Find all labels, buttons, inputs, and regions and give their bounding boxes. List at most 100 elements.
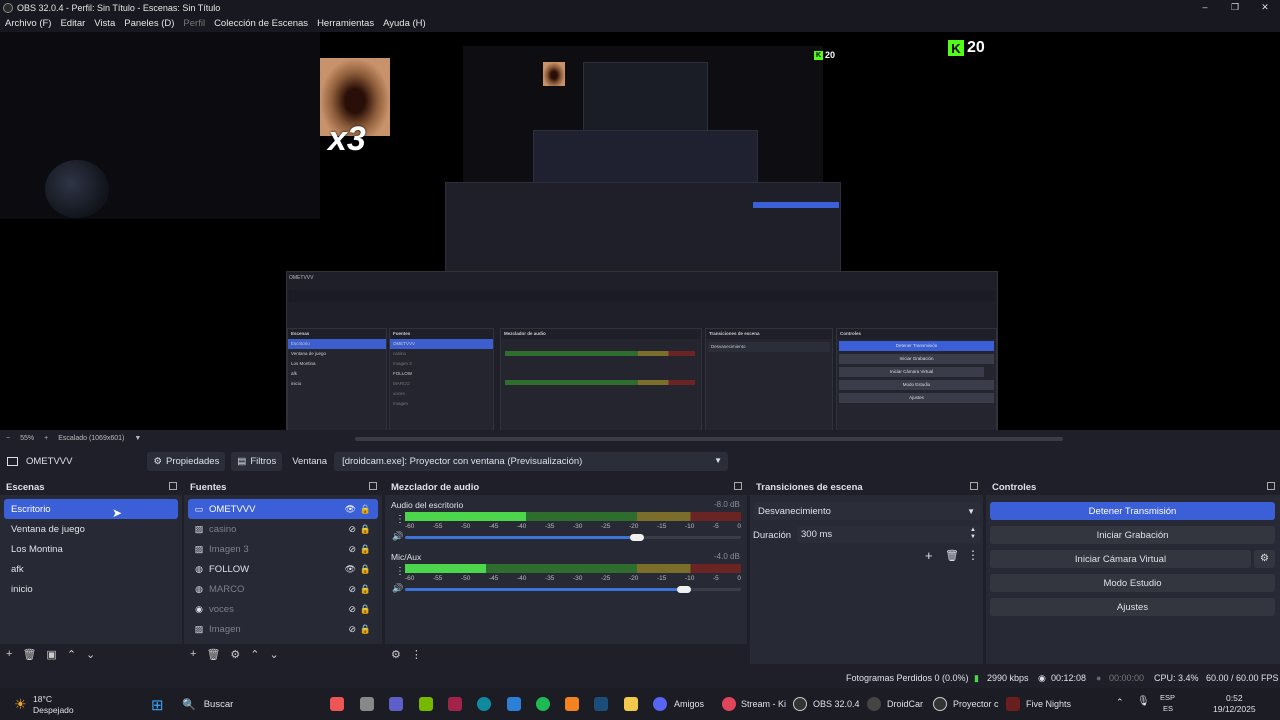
remove-transition-icon[interactable]: 🗑 [945,549,959,562]
eye-hidden-icon[interactable]: ⊘ [348,524,356,535]
undock-icon[interactable] [734,482,742,490]
tray-chevron-icon[interactable]: ⌃ [1116,697,1124,708]
app-icon[interactable] [448,697,462,711]
lock-icon[interactable]: 🔒 [360,544,371,555]
taskbar-app-fnaf[interactable]: Five Nights [1006,696,1071,712]
menu-editar[interactable]: Editar [60,18,85,29]
lang-secondary[interactable]: ES [1163,704,1173,713]
menu-herramientas[interactable]: Herramientas [317,18,374,29]
properties-button[interactable]: ⚙ Propiedades [147,452,226,471]
studio-mode-button[interactable]: Modo Estudio [990,574,1275,592]
undock-icon[interactable] [369,482,377,490]
steam-icon[interactable] [594,697,608,711]
taskbar-app-stream[interactable]: Stream - Ki [722,696,786,712]
scene-item[interactable]: Escritorio [4,499,178,519]
close-button[interactable]: ✕ [1250,0,1280,15]
volume-slider-knob[interactable] [676,586,691,593]
source-item[interactable]: ▭ OMETVVV 👁 🔒 [188,499,378,519]
channel-menu-icon[interactable]: ⋮ [395,566,405,577]
window-select[interactable]: [droidcam.exe]: Proyector con ventana (P… [334,452,729,471]
lock-icon[interactable]: 🔒 [360,564,371,575]
add-source-icon[interactable]: + [190,648,196,660]
source-item[interactable]: ◉ voces ⊘ 🔒 [188,599,378,619]
preview-hscrollbar[interactable] [355,437,1063,441]
mixer-settings-icon[interactable]: ⚙ [391,648,401,661]
taskbar-search[interactable]: 🔍 Buscar [174,694,322,714]
settings-button[interactable]: Ajustes [990,598,1275,616]
eye-icon[interactable]: 👁 [345,504,356,515]
duration-field[interactable]: 300 ms ▲ ▼ [797,526,981,543]
move-up-icon[interactable]: ⌃ [250,648,259,661]
lock-icon[interactable]: 🔒 [360,624,371,635]
nvidia-icon[interactable] [419,697,433,711]
windows-start-icon[interactable]: ⊞ [151,696,164,714]
app-icon[interactable] [565,697,579,711]
taskbar-app-amigos[interactable]: Amigos [653,696,704,712]
scene-item[interactable]: Los Montina [4,539,178,559]
start-virtual-cam-button[interactable]: Iniciar Cámara Virtual [990,550,1251,568]
source-item[interactable]: ◍ MARCO ⊘ 🔒 [188,579,378,599]
zoom-in-button[interactable]: + [44,435,48,442]
channel-menu-icon[interactable]: ⋮ [395,514,405,525]
spin-arrows-icon[interactable]: ▲ ▼ [970,527,976,541]
source-item[interactable]: ▨ casino ⊘ 🔒 [188,519,378,539]
app-icon[interactable] [330,697,344,711]
scene-filters-icon[interactable]: ▣ [46,648,56,661]
menu-archivo[interactable]: Archivo (F) [5,18,51,29]
scene-item[interactable]: afk [4,559,178,579]
source-item[interactable]: ◍ FOLLOW 👁 🔒 [188,559,378,579]
clock-date[interactable]: 19/12/2025 [1213,704,1256,714]
filters-button[interactable]: ▤ Filtros [231,452,283,471]
volume-slider-knob[interactable] [629,534,644,541]
source-properties-icon[interactable]: ⚙ [230,648,240,661]
menu-paneles[interactable]: Paneles (D) [124,18,174,29]
eye-hidden-icon[interactable]: ⊘ [348,544,356,555]
menu-coleccion-escenas[interactable]: Colección de Escenas [214,18,308,29]
app-icon[interactable] [507,697,521,711]
speaker-icon[interactable]: 🔊 [392,531,403,542]
lock-icon[interactable]: 🔒 [360,524,371,535]
undock-icon[interactable] [1267,482,1275,490]
remove-source-icon[interactable]: 🗑 [206,648,220,661]
mic-icon[interactable]: 🎙 [1137,696,1150,707]
source-item[interactable]: ▨ Imagen ⊘ 🔒 [188,619,378,639]
lang-primary[interactable]: ESP [1160,693,1175,702]
teams-icon[interactable] [389,697,403,711]
maximize-button[interactable]: ❐ [1220,0,1250,15]
menu-vista[interactable]: Vista [94,18,115,29]
lock-icon[interactable]: 🔒 [360,504,371,515]
zoom-dropdown-icon[interactable]: ▼ [134,435,141,442]
transition-menu-icon[interactable]: ⋮ [967,548,979,562]
move-down-icon[interactable]: ⌄ [270,648,279,661]
add-transition-icon[interactable]: + [925,548,933,563]
file-explorer-icon[interactable] [624,697,638,711]
stop-stream-button[interactable]: Detener Transmisión [990,502,1275,520]
menu-perfil[interactable]: Perfil [183,18,205,29]
menu-ayuda[interactable]: Ayuda (H) [383,18,426,29]
add-scene-icon[interactable]: + [6,648,12,660]
undock-icon[interactable] [970,482,978,490]
scene-item[interactable]: inicio [4,579,178,599]
move-up-icon[interactable]: ⌃ [67,648,76,661]
zoom-out-button[interactable]: − [6,435,10,442]
virtual-cam-settings-icon[interactable]: ⚙ [1254,550,1275,568]
preview-canvas[interactable]: x3 x3 K20 K20 OMETVVV Escenas Escritorio… [0,32,1280,430]
lock-icon[interactable]: 🔒 [360,584,371,595]
source-item[interactable]: ▨ Imagen 3 ⊘ 🔒 [188,539,378,559]
eye-hidden-icon[interactable]: ⊘ [348,624,356,635]
remove-scene-icon[interactable]: 🗑 [22,648,36,661]
transition-select[interactable]: Desvanecimiento ▼ [753,502,981,520]
scene-item[interactable]: Ventana de juego [4,519,178,539]
eye-hidden-icon[interactable]: ⊘ [348,584,356,595]
start-recording-button[interactable]: Iniciar Grabación [990,526,1275,544]
taskbar-app-droidcam[interactable]: DroidCar [867,696,923,712]
speaker-icon[interactable]: 🔊 [392,583,403,594]
eye-icon[interactable]: 👁 [345,564,356,575]
clock-time[interactable]: 0:52 [1226,693,1243,703]
edge-icon[interactable] [477,697,491,711]
taskbar-app-projector[interactable]: Proyector c [933,696,999,712]
lock-icon[interactable]: 🔒 [360,604,371,615]
move-down-icon[interactable]: ⌄ [86,648,95,661]
undock-icon[interactable] [169,482,177,490]
eye-hidden-icon[interactable]: ⊘ [348,604,356,615]
